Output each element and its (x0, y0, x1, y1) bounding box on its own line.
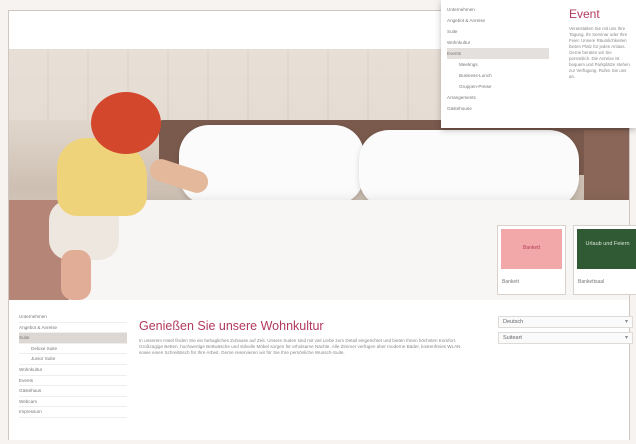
dropdown-nav-item[interactable]: Meetings (447, 59, 549, 70)
teaser-caption: Bankettsaal (578, 279, 605, 285)
content-area: Unternehmen Angebot & Anreise Suite Deluxe … (9, 300, 633, 440)
left-nav-item[interactable]: Unternehmen (19, 312, 127, 323)
teaser-image: Bankett (501, 229, 562, 269)
dropdown-nav-list: Unternehmen Angebot & Anreise Suite Wohnkul… (447, 4, 549, 114)
dropdown-nav-panel: Unternehmen Angebot & Anreise Suite Wohnkul… (441, 0, 636, 128)
teaser-image-text: Urlaub und Feiern (585, 241, 630, 247)
teaser-image: Urlaub und Feiern (577, 229, 636, 269)
suite-type-select[interactable]: Suiteart ▾ (498, 332, 633, 344)
left-nav-item[interactable]: Gästehaus (19, 386, 127, 397)
teaser-image-text: Bankett (523, 245, 540, 251)
left-nav-item[interactable]: Angebot & Anreise (19, 323, 127, 334)
dropdown-nav-item[interactable]: Suite (447, 26, 549, 37)
language-select[interactable]: Deutsch ▾ (498, 316, 633, 328)
teaser-caption: Bankett (502, 279, 519, 285)
left-nav-item[interactable]: Deluxe Suite (19, 344, 127, 355)
dropdown-nav-item[interactable]: Gruppen-Preise (447, 81, 549, 92)
page-title: Genießen Sie unsere Wohnkultur (139, 319, 324, 333)
pillow-left (179, 125, 364, 205)
page: Bankett Bankett Urlaub und Feiern Banket… (0, 0, 636, 444)
select-value: Deutsch (503, 319, 524, 325)
dropdown-nav-item[interactable]: Gästehouse (447, 103, 549, 114)
dropdown-nav-item[interactable]: Angebot & Anreise (447, 15, 549, 26)
pillow-right (359, 130, 579, 208)
left-nav-item[interactable]: Wohnkultur (19, 365, 127, 376)
dropdown-title: Event (569, 7, 600, 21)
left-nav-item[interactable]: Impressum (19, 407, 127, 418)
dropdown-nav-item[interactable]: Arrangements (447, 92, 549, 103)
dropdown-nav-item[interactable]: Events (447, 48, 549, 59)
dropdown-nav-item[interactable]: Business-Lunch (447, 70, 549, 81)
left-nav-item[interactable]: Events (19, 376, 127, 387)
left-nav-item[interactable]: Webcam (19, 397, 127, 408)
person-leg (61, 250, 91, 300)
dropdown-text: Veranstalten Sie mit uns Ihre Tagung, Ih… (569, 26, 630, 79)
left-nav-item[interactable]: Junior Suite (19, 354, 127, 365)
chevron-down-icon: ▾ (624, 319, 628, 325)
dropdown-nav-item[interactable]: Unternehmen (447, 4, 549, 15)
select-value: Suiteart (503, 335, 522, 341)
person-hair (91, 92, 161, 154)
left-nav-item[interactable]: Suite (19, 333, 127, 344)
teaser-banquet[interactable]: Bankett Bankett (497, 225, 566, 295)
chevron-down-icon: ▾ (624, 335, 628, 341)
body-text: In unserem Hotel finden Sie ein behaglic… (139, 338, 461, 356)
dropdown-nav-item[interactable]: Wohnkultur (447, 37, 549, 48)
teaser-celebration[interactable]: Urlaub und Feiern Bankettsaal (573, 225, 636, 295)
left-navigation: Unternehmen Angebot & Anreise Suite Deluxe … (19, 312, 127, 418)
